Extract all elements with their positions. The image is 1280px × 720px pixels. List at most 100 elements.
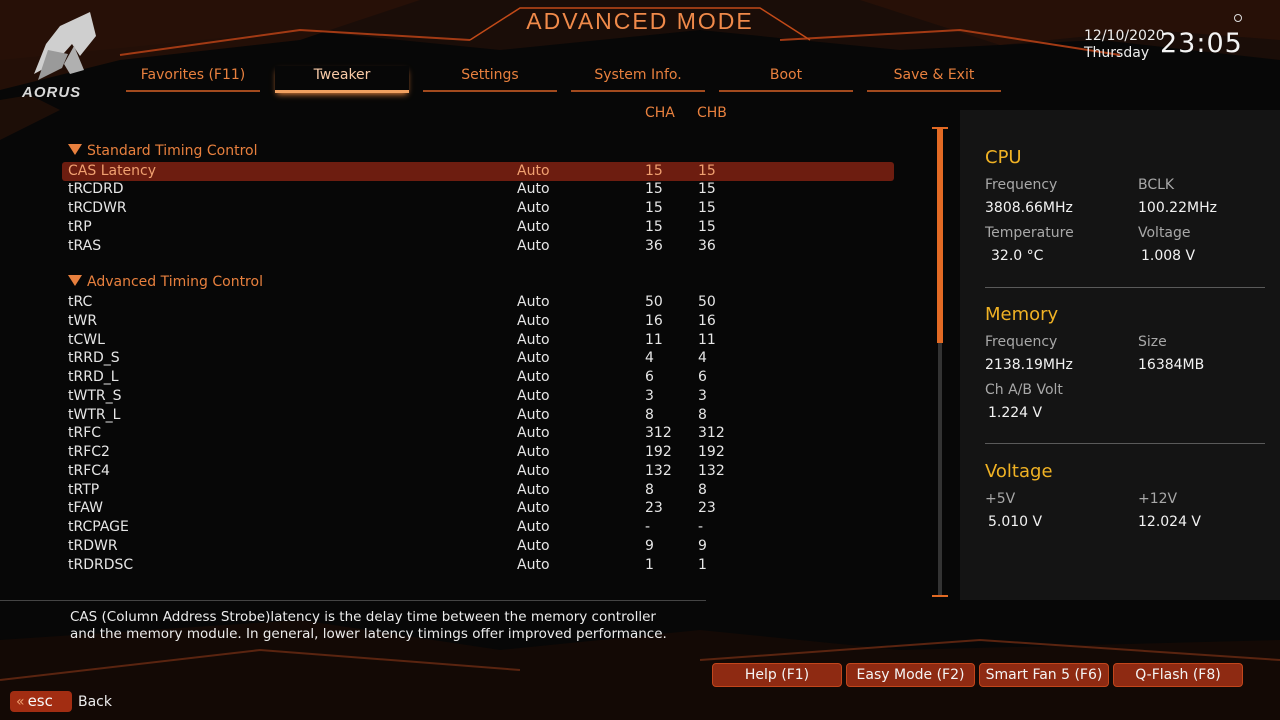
row-chb: 15 [698,163,716,179]
row-cha: 15 [645,163,663,179]
help-button[interactable]: Help (F1) [712,663,842,687]
voltage-5v-label: +5V [985,491,1016,507]
row-chb: 3 [698,388,707,404]
tab-system-info[interactable]: System Info. [571,66,705,92]
row-trp[interactable]: tRP Auto 15 15 [62,218,894,237]
row-tfaw[interactable]: tFAW Auto 23 23 [62,499,894,518]
tab-favorites[interactable]: Favorites (F11) [126,66,260,92]
row-name: tWTR_L [68,407,121,423]
row-chb: 11 [698,332,716,348]
tab-tweaker[interactable]: Tweaker [275,66,409,93]
row-cha: 9 [645,538,654,554]
row-chb: 312 [698,425,725,441]
row-chb: 8 [698,482,707,498]
description-line: and the memory module. In general, lower… [70,626,667,642]
row-trfc2[interactable]: tRFC2 Auto 192 192 [62,443,894,462]
section-standard-timing[interactable]: Standard Timing Control [68,143,258,159]
row-trdwr[interactable]: tRDWR Auto 9 9 [62,537,894,556]
scrollbar-thumb[interactable] [937,129,943,343]
row-cha: 23 [645,500,663,516]
row-value: Auto [517,557,550,573]
row-cha: 8 [645,482,654,498]
row-chb: 9 [698,538,707,554]
row-value: Auto [517,388,550,404]
esc-button[interactable]: «esc [10,691,72,712]
row-cha: 132 [645,463,672,479]
cpu-bclk-value: 100.22MHz [1138,200,1217,216]
collapse-triangle-icon [68,144,82,155]
row-value: Auto [517,463,550,479]
row-cha: 192 [645,444,672,460]
row-chb: 16 [698,313,716,329]
row-trdrdsc[interactable]: tRDRDSC Auto 1 1 [62,556,894,575]
easy-mode-button[interactable]: Easy Mode (F2) [846,663,975,687]
memory-heading: Memory [985,304,1059,325]
memory-frequency-value: 2138.19MHz [985,357,1073,373]
scrollbar-bottom-cap [932,595,948,597]
row-trcpage[interactable]: tRCPAGE Auto - - [62,518,894,537]
date-display: 12/10/2020 Thursday [1084,28,1165,62]
row-name: CAS Latency [68,163,157,179]
row-twtr-l[interactable]: tWTR_L Auto 8 8 [62,406,894,425]
voltage-12v-label: +12V [1138,491,1178,507]
row-trcdwr[interactable]: tRCDWR Auto 15 15 [62,199,894,218]
voltage-5v-value: 5.010 V [988,514,1043,530]
row-trfc4[interactable]: tRFC4 Auto 132 132 [62,462,894,481]
row-twtr-s[interactable]: tWTR_S Auto 3 3 [62,387,894,406]
row-twr[interactable]: tWR Auto 16 16 [62,312,894,331]
row-trc[interactable]: tRC Auto 50 50 [62,293,894,312]
cpu-frequency-label: Frequency [985,177,1058,193]
row-cha: 1 [645,557,654,573]
memory-frequency-label: Frequency [985,334,1058,350]
clock: 23:05 [1160,28,1243,59]
collapse-triangle-icon [68,275,82,286]
row-cha: 50 [645,294,663,310]
esc-label: esc [27,692,53,710]
day-value: Thursday [1084,45,1150,61]
q-flash-button[interactable]: Q-Flash (F8) [1113,663,1243,687]
row-tcwl[interactable]: tCWL Auto 11 11 [62,331,894,350]
voltage-heading: Voltage [985,461,1053,482]
cpu-temperature-label: Temperature [985,225,1074,241]
tab-save-exit[interactable]: Save & Exit [867,66,1001,92]
row-chb: 192 [698,444,725,460]
row-cha: 6 [645,369,654,385]
row-trfc[interactable]: tRFC Auto 312 312 [62,424,894,443]
section-advanced-timing[interactable]: Advanced Timing Control [68,274,263,290]
back-label: Back [78,694,112,710]
row-chb: 4 [698,350,707,366]
row-name: tRFC4 [68,463,110,479]
row-trtp[interactable]: tRTP Auto 8 8 [62,481,894,500]
row-cha: 15 [645,181,663,197]
smart-fan-button[interactable]: Smart Fan 5 (F6) [979,663,1109,687]
row-tras[interactable]: tRAS Auto 36 36 [62,237,894,256]
row-cas-latency[interactable]: CAS Latency Auto 15 15 [62,162,894,181]
row-chb: 23 [698,500,716,516]
row-chb: 8 [698,407,707,423]
row-cha: 8 [645,407,654,423]
settings-dot-icon[interactable] [1234,14,1242,22]
row-name: tRFC [68,425,102,441]
row-value: Auto [517,238,550,254]
row-value: Auto [517,425,550,441]
row-chb: 15 [698,219,716,235]
row-name: tRCDWR [68,200,127,216]
row-cha: 312 [645,425,672,441]
row-chb: 50 [698,294,716,310]
row-value: Auto [517,332,550,348]
help-description: CAS (Column Address Strobe)latency is th… [70,609,690,643]
row-name: tRCDRD [68,181,124,197]
tab-boot[interactable]: Boot [719,66,853,92]
list-scrollbar[interactable] [932,127,948,597]
row-cha: 15 [645,219,663,235]
date-value: 12/10/2020 [1084,28,1165,44]
double-chevron-left-icon: « [16,694,25,710]
row-trcdrd[interactable]: tRCDRD Auto 15 15 [62,180,894,199]
row-cha: 15 [645,200,663,216]
memory-volt-value: 1.224 V [988,405,1043,421]
tab-settings[interactable]: Settings [423,66,557,92]
row-trrd-s[interactable]: tRRD_S Auto 4 4 [62,349,894,368]
cpu-heading: CPU [985,147,1022,168]
row-chb: 6 [698,369,707,385]
row-trrd-l[interactable]: tRRD_L Auto 6 6 [62,368,894,387]
